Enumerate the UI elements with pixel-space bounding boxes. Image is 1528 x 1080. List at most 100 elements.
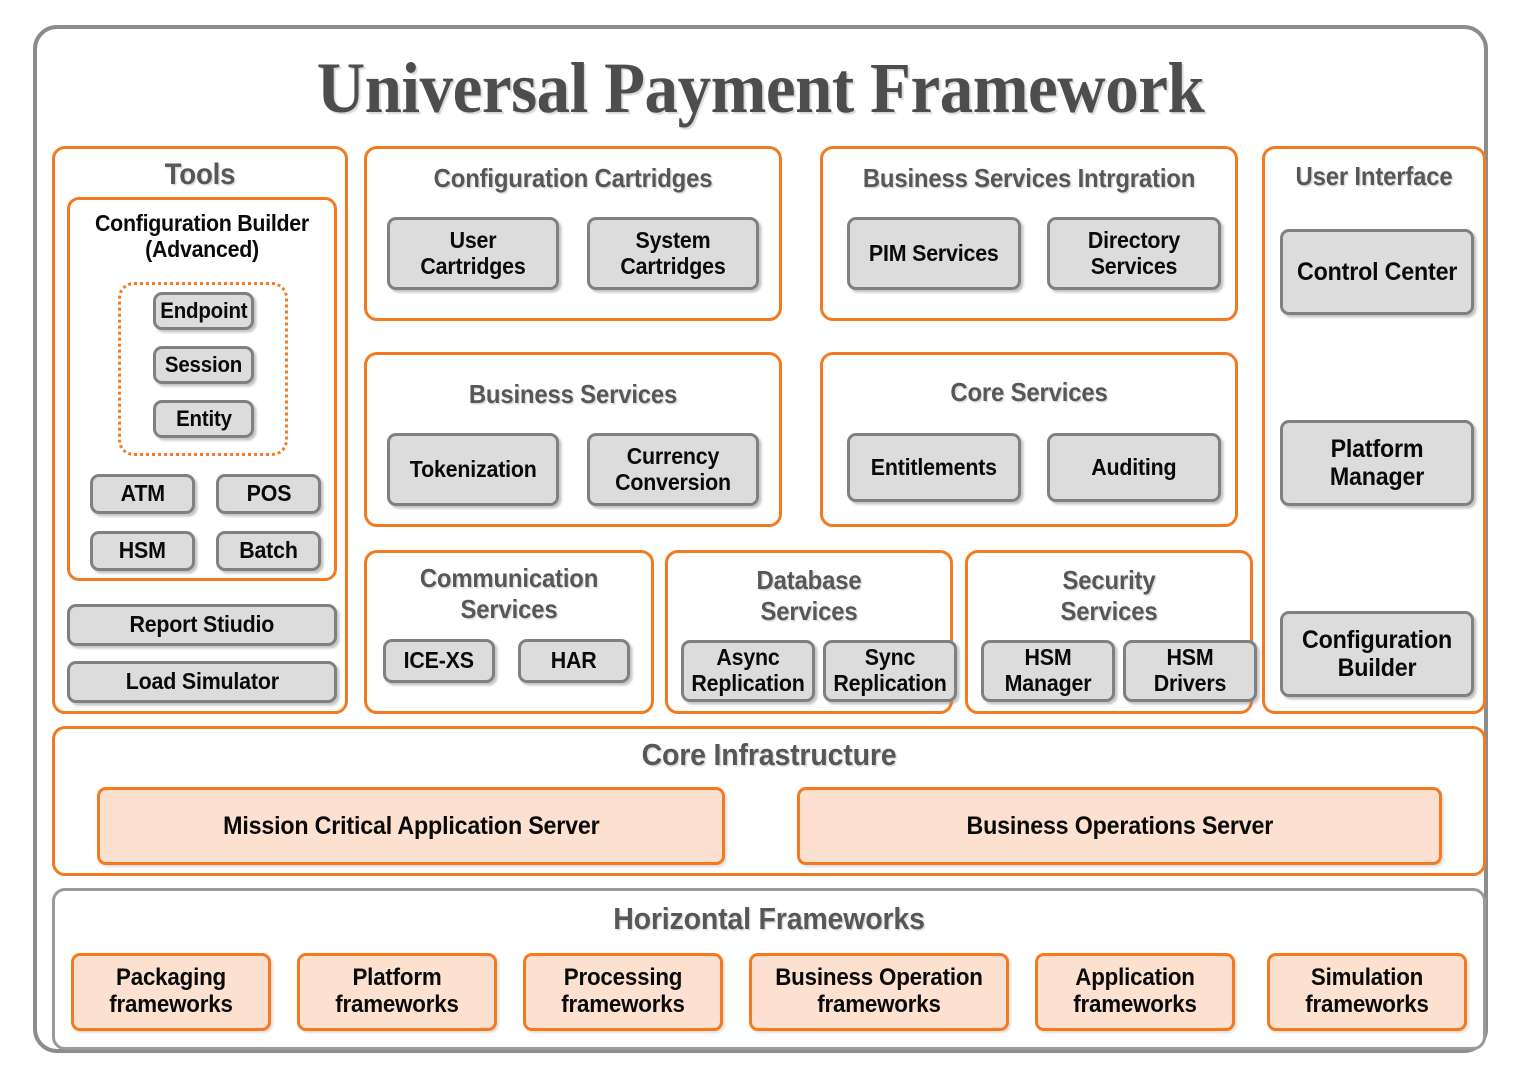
node-simulation-frameworks-label: Simulation frameworks [1305,964,1429,1018]
node-endpoint-label: Endpoint [159,297,248,323]
node-auditing[interactable]: Auditing [1047,433,1221,502]
security-services-title-line2: Services [1060,595,1158,626]
node-business-operation-frameworks-label: Business Operation frameworks [775,964,983,1018]
node-pos[interactable]: POS [216,474,321,514]
node-user-cartridges[interactable]: User Cartridges [387,217,559,290]
node-system-cartridges-label: System Cartridges [620,226,726,279]
node-pim-services[interactable]: PIM Services [847,217,1021,290]
node-session[interactable]: Session [153,346,254,384]
node-system-cartridges[interactable]: System Cartridges [587,217,759,290]
node-report-stiudio-label: Report Stiudio [129,611,275,638]
node-platform-frameworks-label: Platform frameworks [335,964,459,1018]
node-entity[interactable]: Entity [153,400,254,438]
security-services-title-line1: Security [1062,565,1156,595]
node-sync-replication-label: Sync Replication [833,644,947,696]
diagram-canvas: Universal Payment Framework Tools Config… [0,0,1528,1080]
node-mission-critical-application-server-label: Mission Critical Application Server [222,812,600,840]
node-hsm-manager[interactable]: HSM Manager [981,640,1115,702]
node-directory-services[interactable]: Directory Services [1047,217,1221,290]
panel-user-interface: User Interface Control Center Platform M… [1262,146,1486,714]
node-tokenization[interactable]: Tokenization [387,433,559,506]
config-builder-title-line1: Configuration Builder [95,210,309,236]
node-packaging-frameworks-label: Packaging frameworks [109,964,233,1018]
node-platform-manager-label: Platform Manager [1329,435,1425,491]
database-services-title-line1: Database [756,565,862,595]
node-session-label: Session [164,351,243,377]
config-builder-title-line2: (Advanced) [145,235,259,262]
panel-horizontal-frameworks: Horizontal Frameworks Packaging framewor… [52,888,1486,1050]
node-ice-xs-label: ICE-XS [403,647,475,674]
panel-horizontal-frameworks-title: Horizontal Frameworks [613,901,925,936]
panel-communication-services-title: Communication Services [378,563,639,624]
node-har-label: HAR [551,647,597,674]
node-batch-label: Batch [239,537,298,564]
node-endpoint[interactable]: Endpoint [153,292,254,330]
node-control-center-label: Control Center [1296,258,1458,286]
node-tokenization-label: Tokenization [409,455,537,482]
node-entity-label: Entity [175,405,232,431]
panel-configuration-cartridges-title: Configuration Cartridges [433,163,713,193]
node-entitlements-label: Entitlements [870,453,998,480]
node-har[interactable]: HAR [518,639,630,683]
panel-security-services-title: Security Services [979,565,1238,626]
node-control-center[interactable]: Control Center [1280,229,1474,315]
panel-core-infrastructure-title: Core Infrastructure [641,737,897,772]
panel-tools: Tools Configuration Builder (Advanced) E… [52,146,348,714]
node-currency-conversion[interactable]: Currency Conversion [587,433,759,506]
node-application-frameworks-label: Application frameworks [1073,964,1197,1018]
node-business-operations-server[interactable]: Business Operations Server [797,787,1442,865]
node-mission-critical-application-server[interactable]: Mission Critical Application Server [97,787,725,865]
node-async-replication[interactable]: Async Replication [681,640,815,702]
node-processing-frameworks[interactable]: Processing frameworks [523,953,723,1031]
node-hsm[interactable]: HSM [90,531,195,571]
communication-services-title-line1: Communication [419,563,599,593]
node-async-replication-label: Async Replication [691,644,805,696]
node-business-operations-server-label: Business Operations Server [966,812,1273,840]
panel-core-infrastructure: Core Infrastructure Mission Critical App… [52,726,1486,876]
node-entitlements[interactable]: Entitlements [847,433,1021,502]
panel-security-services: Security Services HSM Manager HSM Driver… [965,550,1257,714]
node-directory-services-label: Directory Services [1087,226,1181,279]
node-atm[interactable]: ATM [90,474,195,514]
node-hsm-drivers-label: HSM Drivers [1153,644,1227,696]
node-pim-services-label: PIM Services [869,239,999,266]
node-load-simulator[interactable]: Load Simulator [67,661,337,703]
node-platform-manager[interactable]: Platform Manager [1280,420,1474,506]
node-auditing-label: Auditing [1091,453,1177,480]
panel-communication-services: Communication Services ICE-XS HAR [364,550,654,714]
node-packaging-frameworks[interactable]: Packaging frameworks [71,953,271,1031]
node-hsm-manager-label: HSM Manager [1004,644,1092,696]
node-configuration-builder-ui[interactable]: Configuration Builder [1280,611,1474,697]
node-load-simulator-label: Load Simulator [125,668,279,695]
node-simulation-frameworks[interactable]: Simulation frameworks [1267,953,1467,1031]
node-hsm-label: HSM [119,537,166,564]
panel-core-services: Core Services Entitlements Auditing [820,352,1238,527]
panel-configuration-cartridges: Configuration Cartridges User Cartridges… [364,146,782,321]
node-business-operation-frameworks[interactable]: Business Operation frameworks [749,953,1009,1031]
node-hsm-drivers[interactable]: HSM Drivers [1123,640,1257,702]
panel-business-services-title: Business Services [468,379,678,409]
node-pos-label: POS [246,480,291,507]
node-configuration-builder-ui-label: Configuration Builder [1302,626,1452,682]
panel-business-services: Business Services Tokenization Currency … [364,352,782,527]
panel-business-services-integration-title: Business Services Intrgration [862,163,1196,193]
node-ice-xs[interactable]: ICE-XS [383,639,495,683]
node-processing-frameworks-label: Processing frameworks [561,964,685,1018]
database-services-title-line2: Services [760,595,858,626]
panel-core-services-title: Core Services [950,377,1108,407]
panel-database-services: Database Services Async Replication Sync… [665,550,957,714]
node-report-stiudio[interactable]: Report Stiudio [67,604,337,646]
node-platform-frameworks[interactable]: Platform frameworks [297,953,497,1031]
node-atm-label: ATM [120,480,165,507]
communication-services-title-line2: Services [460,593,558,624]
panel-business-services-integration: Business Services Intrgration PIM Servic… [820,146,1238,321]
node-application-frameworks[interactable]: Application frameworks [1035,953,1235,1031]
page-title: Universal Payment Framework [316,48,1205,128]
subpanel-configuration-builder-title: Configuration Builder (Advanced) [70,210,334,262]
node-batch[interactable]: Batch [216,531,321,571]
node-currency-conversion-label: Currency Conversion [615,442,731,495]
subpanel-configuration-builder: Configuration Builder (Advanced) Endpoin… [67,197,337,581]
panel-database-services-title: Database Services [679,565,938,626]
panel-tools-title: Tools [164,158,236,191]
node-sync-replication[interactable]: Sync Replication [823,640,957,702]
